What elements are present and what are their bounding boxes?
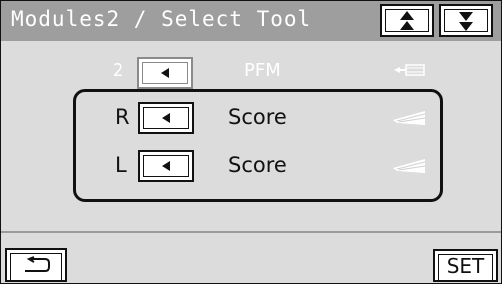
double-up-arrow-icon <box>400 10 414 30</box>
back-button[interactable] <box>5 248 67 282</box>
select-tool-screen: Modules2 / Select Tool 2 PFM R Score L S… <box>0 0 502 284</box>
module-number: 2 <box>113 60 124 81</box>
score-blade-icon <box>393 111 426 125</box>
side-label-r: R <box>115 105 130 129</box>
footer-divider <box>1 231 501 233</box>
tool-holder-icon <box>394 64 425 76</box>
set-button[interactable]: SET <box>433 249 498 282</box>
module-select-button[interactable] <box>137 57 193 89</box>
tool-select-button-r[interactable] <box>138 102 194 134</box>
scroll-up-button[interactable] <box>380 4 434 37</box>
tool-name-r: Score <box>228 105 287 129</box>
left-triangle-icon <box>161 68 169 78</box>
page-title: Modules2 / Select Tool <box>11 7 312 31</box>
return-arrow-icon <box>25 256 50 272</box>
scroll-down-button[interactable] <box>439 4 493 37</box>
double-down-arrow-icon <box>459 11 473 31</box>
left-triangle-icon <box>162 161 170 171</box>
set-button-label: SET <box>446 254 485 278</box>
side-label-l: L <box>115 153 127 177</box>
module-name: PFM <box>244 60 281 81</box>
score-blade-icon <box>393 159 426 173</box>
header-bar: Modules2 / Select Tool <box>1 1 501 41</box>
tool-select-button-l[interactable] <box>138 150 194 182</box>
left-triangle-icon <box>162 113 170 123</box>
tool-name-l: Score <box>228 153 287 177</box>
